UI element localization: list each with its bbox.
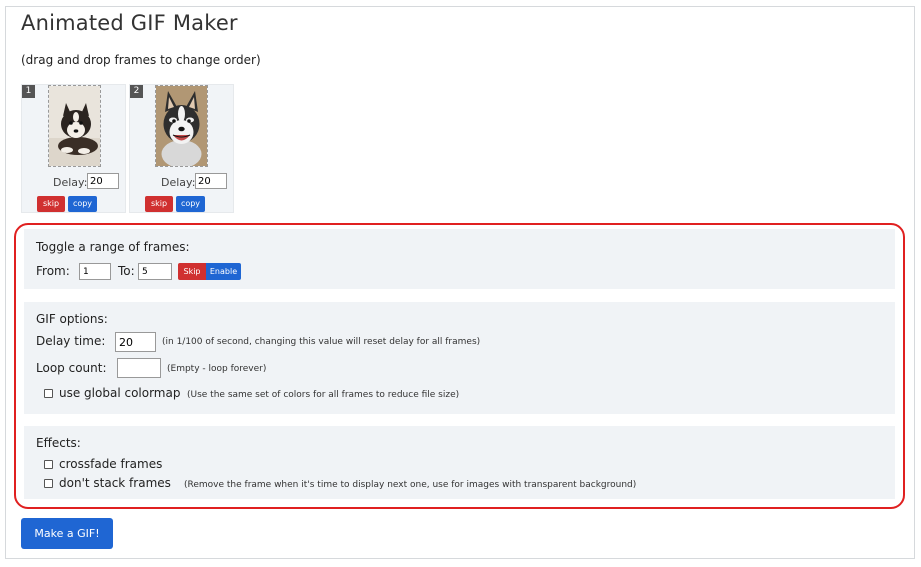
crossfade-checkbox[interactable] — [44, 460, 53, 469]
frame-number-badge: 2 — [130, 85, 143, 98]
husky-puppy-image — [49, 86, 100, 166]
dont-stack-hint: (Remove the frame when it's time to disp… — [184, 480, 637, 490]
frame-delay-label: Delay: — [161, 176, 196, 189]
husky-smiling-image — [156, 86, 207, 166]
frame-delay-label: Delay: — [53, 176, 88, 189]
delay-time-hint: (in 1/100 of second, changing this value… — [162, 337, 481, 347]
delay-time-input[interactable] — [115, 332, 156, 352]
gif-options-section: GIF options: Delay time: (in 1/100 of se… — [24, 302, 895, 414]
dont-stack-checkbox[interactable] — [44, 479, 53, 488]
options-highlight-box: Toggle a range of frames: From: To: Skip… — [14, 223, 905, 509]
frame-card-1[interactable]: 1 Delay: skip copy — [21, 84, 126, 213]
frame-skip-button[interactable]: skip — [37, 196, 65, 212]
toggle-range-title: Toggle a range of frames: — [36, 240, 190, 254]
page-title: Animated GIF Maker — [21, 11, 238, 35]
toggle-range-section: Toggle a range of frames: From: To: Skip… — [24, 229, 895, 289]
range-to-input[interactable] — [138, 263, 172, 280]
global-colormap-hint: (Use the same set of colors for all fram… — [187, 390, 460, 400]
loop-count-label: Loop count: — [36, 361, 107, 375]
gif-options-title: GIF options: — [36, 312, 108, 326]
crossfade-label: crossfade frames — [59, 457, 163, 471]
loop-count-hint: (Empty - loop forever) — [167, 364, 267, 374]
frame-delay-input[interactable] — [195, 173, 227, 189]
frame-card-2[interactable]: 2 Delay: skip copy — [129, 84, 234, 213]
frame-thumbnail-husky-smiling[interactable] — [155, 85, 208, 167]
range-from-label: From: — [36, 264, 70, 278]
global-colormap-checkbox[interactable] — [44, 389, 53, 398]
loop-count-input[interactable] — [117, 358, 161, 378]
global-colormap-label: use global colormap — [59, 386, 181, 400]
frame-skip-button[interactable]: skip — [145, 196, 173, 212]
range-enable-button[interactable]: Enable — [206, 263, 241, 280]
dont-stack-label: don't stack frames — [59, 476, 171, 490]
range-from-input[interactable] — [79, 263, 111, 280]
make-gif-button[interactable]: Make a GIF! — [21, 518, 113, 549]
effects-title: Effects: — [36, 436, 81, 450]
frame-copy-button[interactable]: copy — [68, 196, 97, 212]
frame-number-badge: 1 — [22, 85, 35, 98]
range-to-label: To: — [118, 264, 135, 278]
frame-thumbnail-husky-puppy[interactable] — [48, 85, 101, 167]
frame-delay-input[interactable] — [87, 173, 119, 189]
delay-time-label: Delay time: — [36, 334, 106, 348]
frame-copy-button[interactable]: copy — [176, 196, 205, 212]
effects-section: Effects: crossfade frames don't stack fr… — [24, 426, 895, 499]
page-subtitle: (drag and drop frames to change order) — [21, 53, 261, 67]
range-skip-button[interactable]: Skip — [178, 263, 206, 280]
